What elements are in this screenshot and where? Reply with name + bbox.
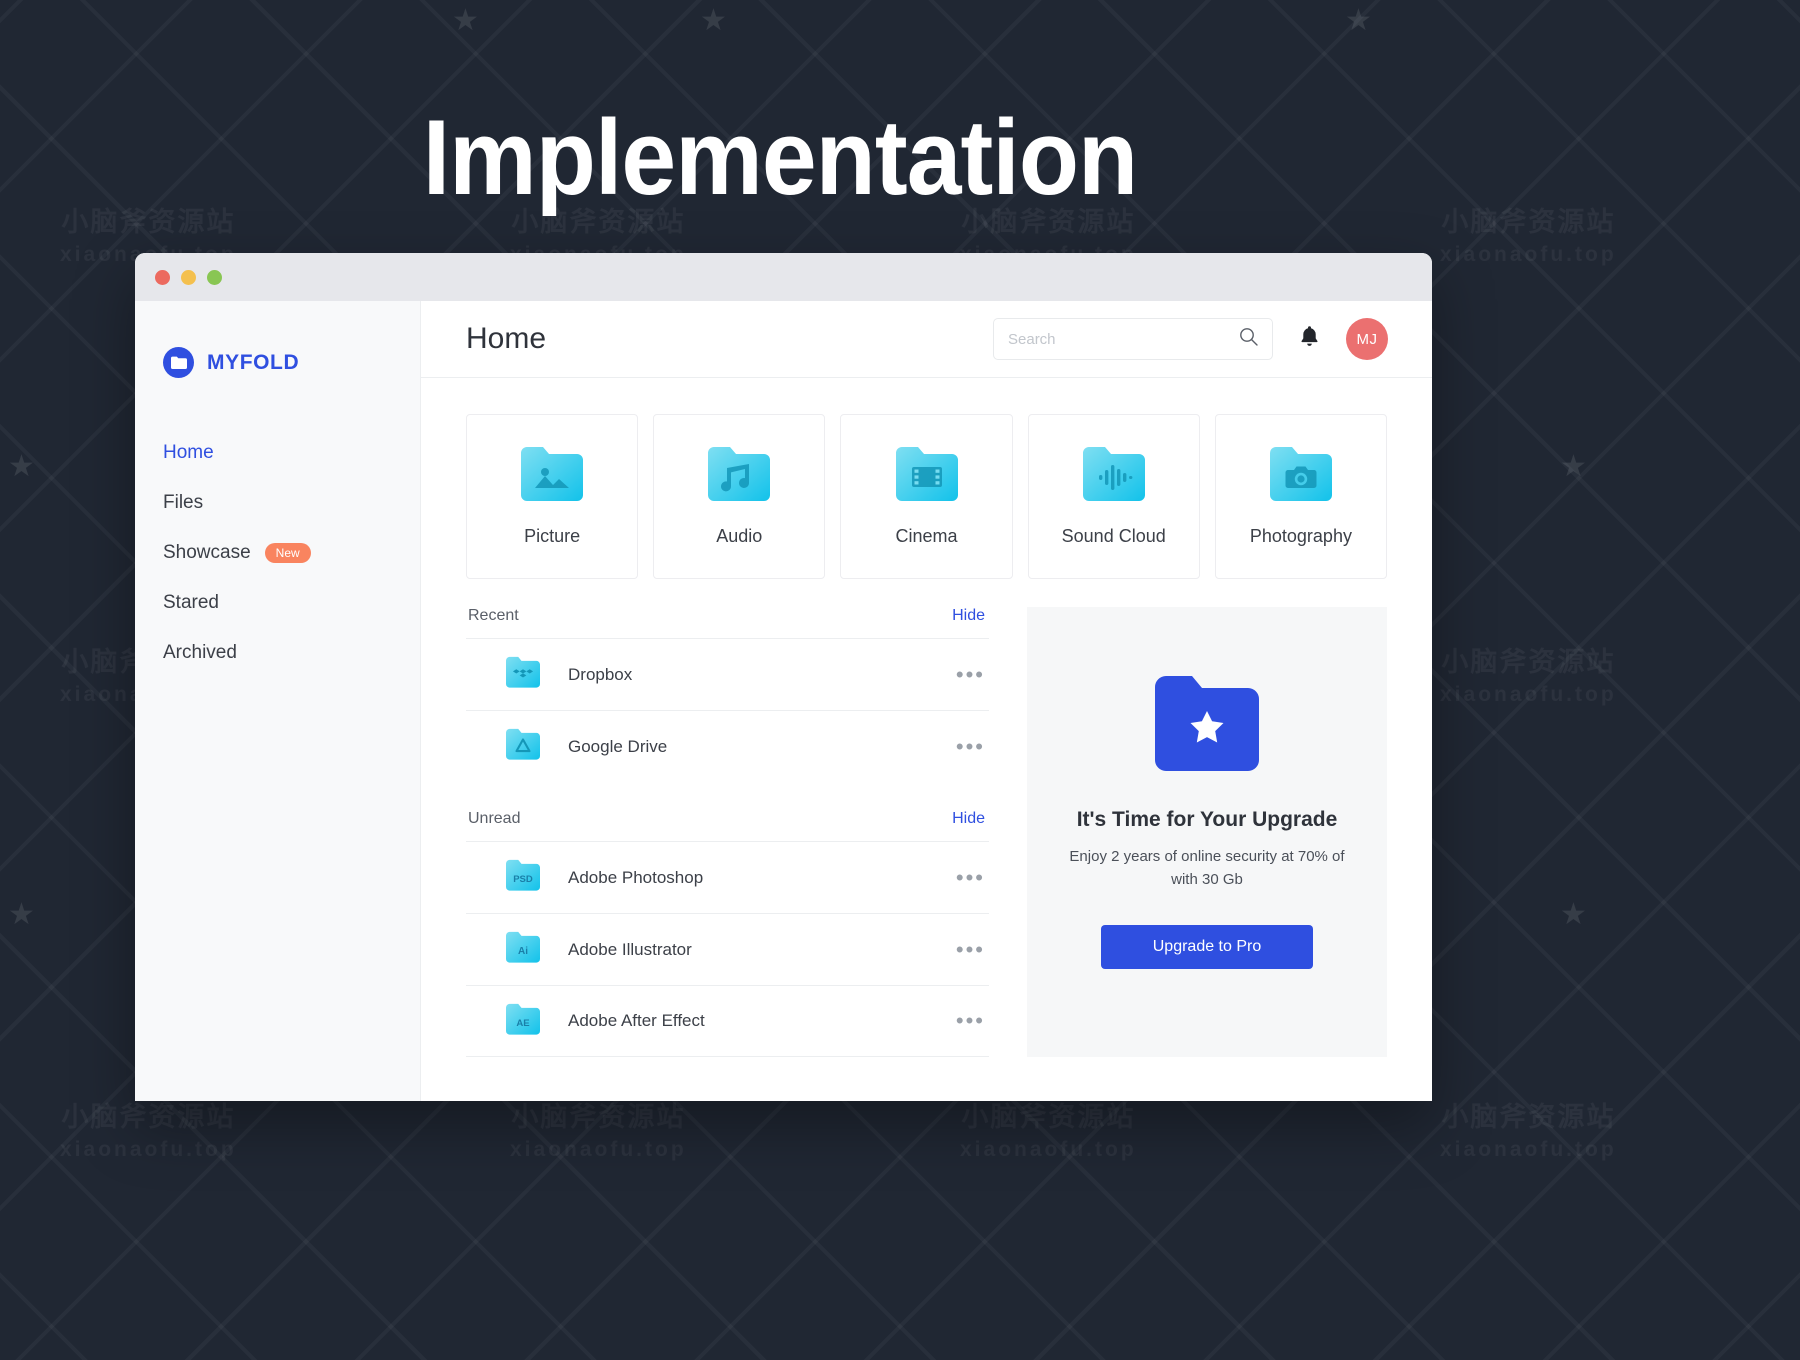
app-window: MYFOLD Home Files Showcase New Stared Ar…: [135, 253, 1432, 1101]
hide-unread-button[interactable]: Hide: [952, 810, 985, 828]
sidebar-item-label: Showcase: [163, 542, 251, 564]
folder-card-label: Photography: [1250, 526, 1352, 547]
sidebar-item-stared[interactable]: Stared: [163, 578, 420, 628]
list-item[interactable]: Dropbox •••: [466, 638, 989, 710]
folder-card-label: Sound Cloud: [1062, 526, 1166, 547]
upgrade-title: It's Time for Your Upgrade: [1077, 808, 1338, 832]
image-folder-icon: [521, 446, 583, 507]
watermark-en: xiaonaofu.top: [510, 1138, 687, 1162]
section-header-unread: Unread Hide: [466, 810, 989, 841]
section-title: Unread: [468, 810, 520, 828]
watermark: 小脑斧资源站 xiaonaofu.top: [60, 1095, 237, 1162]
watermark: 小脑斧资源站 xiaonaofu.top: [1440, 640, 1617, 707]
watermark: 小脑斧资源站 xiaonaofu.top: [510, 1095, 687, 1162]
list-item[interactable]: Google Drive •••: [466, 710, 989, 782]
window-titlebar: [135, 253, 1432, 301]
watermark-en: xiaonaofu.top: [1440, 243, 1617, 267]
page-title: Home: [466, 322, 546, 356]
dropbox-folder-icon: [506, 656, 540, 693]
ae-folder-icon: AE: [506, 1003, 540, 1040]
search-input[interactable]: [1008, 331, 1239, 348]
zoom-button[interactable]: [207, 270, 222, 285]
folder-card-label: Cinema: [895, 526, 957, 547]
sidebar: MYFOLD Home Files Showcase New Stared Ar…: [135, 301, 421, 1101]
svg-text:Ai: Ai: [518, 946, 528, 957]
star-folder-icon: [1155, 675, 1259, 776]
minimize-button[interactable]: [181, 270, 196, 285]
waveform-folder-icon: [1083, 446, 1145, 507]
content-area: Picture: [421, 378, 1432, 1101]
poster-title: Implementation: [62, 95, 1497, 219]
music-folder-icon: [708, 446, 770, 507]
avatar[interactable]: MJ: [1346, 318, 1388, 360]
folder-card-label: Picture: [524, 526, 580, 547]
folder-card-cinema[interactable]: Cinema: [840, 414, 1012, 579]
folder-card-sound-cloud[interactable]: Sound Cloud: [1028, 414, 1200, 579]
folder-icon: [163, 347, 194, 378]
main-area: Home: [421, 301, 1432, 1101]
watermark-en: xiaonaofu.top: [1440, 1138, 1617, 1162]
row-menu-button[interactable]: •••: [956, 736, 985, 758]
list-item-name: Google Drive: [568, 737, 667, 757]
watermark-cn: 小脑斧资源站: [1440, 640, 1617, 679]
section-title: Recent: [468, 607, 519, 625]
section-spacer: [466, 782, 989, 810]
watermark-en: xiaonaofu.top: [60, 1138, 237, 1162]
list-item-name: Dropbox: [568, 665, 632, 685]
sidebar-item-home[interactable]: Home: [163, 428, 420, 478]
svg-text:PSD: PSD: [513, 874, 533, 885]
upgrade-to-pro-button[interactable]: Upgrade to Pro: [1101, 925, 1313, 969]
bell-icon[interactable]: [1299, 325, 1320, 353]
sidebar-item-label: Archived: [163, 642, 237, 664]
row-menu-button[interactable]: •••: [956, 664, 985, 686]
psd-folder-icon: PSD: [506, 859, 540, 896]
hide-recent-button[interactable]: Hide: [952, 607, 985, 625]
upgrade-subtitle: Enjoy 2 years of online security at 70% …: [1057, 846, 1357, 891]
googledrive-folder-icon: [506, 728, 540, 765]
film-folder-icon: [896, 446, 958, 507]
row-menu-button[interactable]: •••: [956, 1010, 985, 1032]
topbar-actions: MJ: [993, 318, 1388, 360]
section-header-recent: Recent Hide: [466, 607, 989, 638]
sidebar-item-archived[interactable]: Archived: [163, 628, 420, 678]
folder-card-audio[interactable]: Audio: [653, 414, 825, 579]
folder-card-picture[interactable]: Picture: [466, 414, 638, 579]
upgrade-panel: It's Time for Your Upgrade Enjoy 2 years…: [1027, 607, 1387, 1057]
list-item[interactable]: Ai Adobe Illustrator •••: [466, 913, 989, 985]
list-item-name: Adobe After Effect: [568, 1011, 705, 1031]
sidebar-item-label: Home: [163, 442, 214, 464]
sidebar-item-files[interactable]: Files: [163, 478, 420, 528]
ai-folder-icon: Ai: [506, 931, 540, 968]
watermark-en: xiaonaofu.top: [960, 1138, 1137, 1162]
sidebar-nav: Home Files Showcase New Stared Archived: [163, 428, 420, 678]
watermark: 小脑斧资源站 xiaonaofu.top: [1440, 1095, 1617, 1162]
watermark-en: xiaonaofu.top: [1440, 683, 1617, 707]
file-lists: Recent Hide: [466, 607, 989, 1057]
folder-card-photography[interactable]: Photography: [1215, 414, 1387, 579]
folder-card-label: Audio: [716, 526, 762, 547]
app-logo[interactable]: MYFOLD: [163, 347, 420, 378]
sidebar-item-label: Stared: [163, 592, 219, 614]
list-item[interactable]: AE Adobe After Effect •••: [466, 985, 989, 1057]
row-menu-button[interactable]: •••: [956, 867, 985, 889]
watermark: 小脑斧资源站 xiaonaofu.top: [960, 1095, 1137, 1162]
svg-text:AE: AE: [516, 1018, 529, 1029]
sidebar-item-label: Files: [163, 492, 203, 514]
sidebar-item-showcase[interactable]: Showcase New: [163, 528, 420, 578]
search-box[interactable]: [993, 318, 1273, 360]
close-button[interactable]: [155, 270, 170, 285]
topbar: Home: [421, 301, 1432, 378]
app-logo-text: MYFOLD: [207, 351, 299, 375]
search-icon[interactable]: [1239, 327, 1258, 351]
list-item[interactable]: PSD Adobe Photoshop •••: [466, 841, 989, 913]
watermark-cn: 小脑斧资源站: [1440, 1095, 1617, 1134]
camera-folder-icon: [1270, 446, 1332, 507]
new-badge: New: [265, 543, 311, 563]
lower-section: Recent Hide: [466, 607, 1387, 1057]
list-item-name: Adobe Illustrator: [568, 940, 692, 960]
list-item-name: Adobe Photoshop: [568, 868, 703, 888]
row-menu-button[interactable]: •••: [956, 939, 985, 961]
folder-cards: Picture: [466, 414, 1387, 579]
